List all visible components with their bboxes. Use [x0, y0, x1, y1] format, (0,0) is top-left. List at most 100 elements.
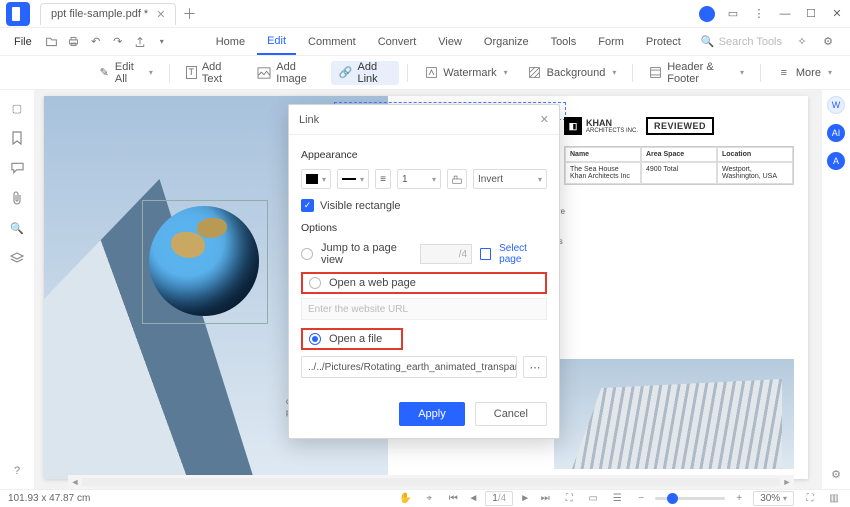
hand-tool-icon[interactable]: ✋ — [397, 491, 413, 507]
last-page-icon[interactable]: ⏭ — [537, 491, 553, 507]
menu-home[interactable]: Home — [206, 30, 255, 54]
selection-box[interactable] — [142, 200, 268, 324]
open-web-option[interactable]: Open a web page — [301, 272, 547, 294]
menu-organize[interactable]: Organize — [474, 30, 539, 54]
adjust-icon[interactable]: ⚙ — [831, 468, 841, 481]
window-feedback-icon[interactable]: ▭ — [720, 3, 746, 25]
dialog-close-icon[interactable]: ✕ — [540, 113, 549, 126]
read-mode-icon[interactable]: ☰ — [609, 491, 625, 507]
next-page-icon[interactable]: ► — [517, 491, 533, 507]
apply-button[interactable]: Apply — [399, 402, 465, 426]
border-style-selector[interactable]: ≡ — [375, 169, 391, 189]
attachments-icon[interactable] — [9, 190, 25, 206]
select-tool-icon[interactable]: ⌖ — [421, 491, 437, 507]
edit-toolbar: ✎ Edit All▾ T Add Text Add Image 🔗 Add L… — [0, 56, 850, 90]
view-mode-icon[interactable]: ▥ — [826, 491, 842, 507]
redo-icon[interactable]: ↷ — [108, 32, 128, 52]
zoom-value[interactable]: 30% ▾ — [753, 491, 794, 506]
layers-icon[interactable] — [9, 250, 25, 266]
a-tool-icon[interactable]: A — [827, 152, 845, 170]
search-panel-icon[interactable]: 🔍 — [9, 220, 25, 236]
help-icon[interactable]: ? — [9, 463, 25, 479]
close-window-button[interactable]: ✕ — [824, 3, 850, 25]
left-panel: ▢ 🔍 ? — [0, 90, 34, 489]
zoom-out-icon[interactable]: − — [633, 491, 649, 507]
fit-page-icon[interactable]: ▭ — [585, 491, 601, 507]
header-footer-button[interactable]: Header & Footer▾ — [641, 61, 752, 85]
search-placeholder: Search Tools — [719, 36, 782, 48]
word-export-icon[interactable]: W — [827, 96, 845, 114]
building2-image — [554, 359, 794, 469]
company-logo-icon: ◧ — [564, 117, 582, 135]
visible-rectangle-checkbox[interactable]: ✓ Visible rectangle — [301, 199, 547, 212]
image-icon — [257, 66, 271, 80]
open-icon[interactable] — [42, 32, 62, 52]
save-caret-icon[interactable]: ▾ — [152, 32, 172, 52]
window-menu-icon[interactable]: ⋮ — [746, 3, 772, 25]
menu-comment[interactable]: Comment — [298, 30, 366, 54]
add-link-button[interactable]: 🔗 Add Link — [331, 61, 400, 85]
comments-icon[interactable] — [9, 160, 25, 176]
edit-all-button[interactable]: ✎ Edit All▾ — [91, 61, 161, 85]
page-input[interactable]: 1/4 — [485, 491, 513, 506]
add-image-button[interactable]: Add Image — [249, 61, 326, 85]
watermark-button[interactable]: Watermark▾ — [416, 61, 515, 85]
bookmarks-icon[interactable] — [9, 130, 25, 146]
line-style-selector[interactable]: ▾ — [337, 169, 369, 189]
url-input[interactable]: Enter the website URL — [301, 298, 547, 320]
highlight-style-icon[interactable] — [447, 169, 467, 189]
background-button[interactable]: Background▾ — [520, 61, 625, 85]
radio-web-icon — [309, 277, 321, 289]
page-number-input[interactable]: /4 — [420, 244, 472, 264]
fullscreen-icon[interactable]: ⛶ — [802, 491, 818, 507]
maximize-button[interactable]: ☐ — [798, 3, 824, 25]
select-page-icon — [480, 248, 491, 260]
open-file-option[interactable]: Open a file — [301, 328, 403, 350]
color-selector[interactable]: ▾ — [301, 169, 331, 189]
app-logo — [6, 2, 30, 26]
file-path-input[interactable]: ../../Pictures/Rotating_earth_animated_t… — [301, 356, 517, 378]
notify-icon[interactable]: ✧ — [792, 32, 812, 52]
background-icon — [528, 66, 542, 80]
menu-tools[interactable]: Tools — [541, 30, 587, 54]
add-text-button[interactable]: T Add Text — [178, 61, 246, 85]
fit-width-icon[interactable]: ⛶ — [561, 491, 577, 507]
highlight-mode-selector[interactable]: Invert▾ — [473, 169, 547, 189]
file-menu[interactable]: File — [6, 32, 40, 52]
close-tab-icon[interactable]: ✕ — [156, 8, 165, 21]
company-header: ◧ KHAN ARCHITECTS INC. REVIEWED — [564, 114, 794, 138]
appearance-label: Appearance — [301, 149, 547, 161]
print-icon[interactable] — [64, 32, 84, 52]
thumbnails-icon[interactable]: ▢ — [9, 100, 25, 116]
first-page-icon[interactable]: ⏮ — [445, 491, 461, 507]
ai-icon[interactable]: AI — [827, 124, 845, 142]
settings-icon[interactable]: ⚙ — [818, 32, 838, 52]
minimize-button[interactable]: — — [772, 3, 798, 25]
add-tab-button[interactable]: ＋ — [182, 4, 196, 24]
radio-jump-icon — [301, 248, 313, 260]
document-tab[interactable]: ppt file-sample.pdf * ✕ — [40, 3, 176, 25]
zoom-control: − + 30% ▾ — [633, 491, 794, 507]
more-button[interactable]: ≡ More▾ — [769, 61, 840, 85]
zoom-in-icon[interactable]: + — [731, 491, 747, 507]
prev-page-icon[interactable]: ◄ — [465, 491, 481, 507]
cancel-button[interactable]: Cancel — [475, 402, 547, 426]
undo-icon[interactable]: ↶ — [86, 32, 106, 52]
menu-edit[interactable]: Edit — [257, 29, 296, 55]
thickness-input[interactable]: 1▾ — [397, 169, 441, 189]
dimensions-label: 101.93 x 47.87 cm — [8, 493, 90, 504]
menu-protect[interactable]: Protect — [636, 30, 691, 54]
checkbox-checked-icon: ✓ — [301, 199, 314, 212]
jump-page-option[interactable]: Jump to a page view /4 Select page — [301, 242, 547, 266]
menu-view[interactable]: View — [428, 30, 472, 54]
zoom-slider[interactable] — [655, 497, 725, 500]
horizontal-scrollbar[interactable]: ◄► — [68, 475, 794, 489]
menu-form[interactable]: Form — [588, 30, 634, 54]
select-page-link[interactable]: Select page — [499, 243, 547, 265]
menu-convert[interactable]: Convert — [368, 30, 427, 54]
link-icon: 🔗 — [339, 66, 353, 80]
user-avatar[interactable] — [694, 3, 720, 25]
browse-file-button[interactable]: ⋯ — [523, 356, 547, 378]
share-icon[interactable] — [130, 32, 150, 52]
search-tools[interactable]: 🔍 Search Tools — [693, 35, 790, 48]
